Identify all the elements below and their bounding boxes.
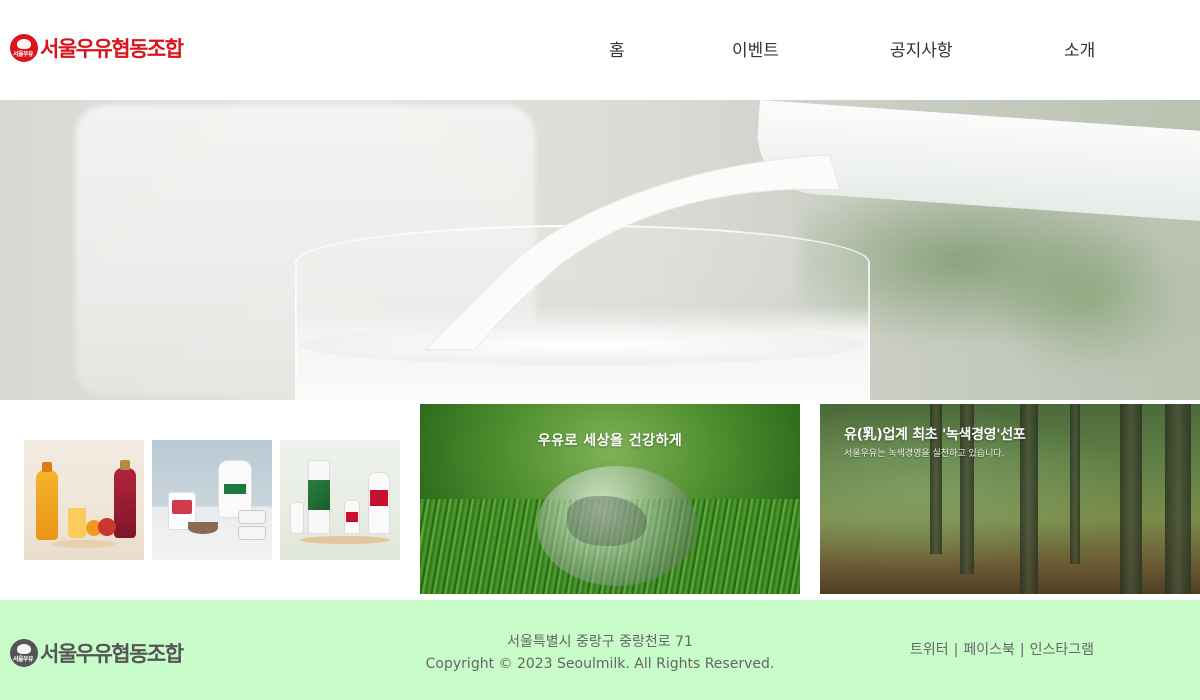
site-header: 서울우유 서울우유협동조합 홈 이벤트 공지사항 소개 (0, 0, 1200, 100)
milk-drop-logo-icon: 서울우유 (10, 34, 38, 62)
twitter-link[interactable]: 트위터 (910, 642, 949, 658)
milk-drop-logo-icon: 서울우유 (10, 639, 38, 667)
separator: | (953, 642, 959, 658)
banner-caption: 우유로 세상을 건강하게 (537, 433, 683, 449)
brand-logo[interactable]: 서울우유 서울우유협동조합 (10, 31, 184, 65)
glass-globe (537, 466, 697, 586)
product-thumb-a2-milk[interactable] (280, 440, 400, 560)
nav-item-events[interactable]: 이벤트 (732, 36, 779, 61)
nav-item-home[interactable]: 홈 (609, 36, 625, 61)
hero-banner-image (0, 100, 1200, 400)
banner-healthy-world[interactable]: 우유로 세상을 건강하게 (420, 404, 800, 594)
footer-logo[interactable]: 서울우유 서울우유협동조합 (10, 636, 184, 670)
banner-title: 유(乳)업계 최초 '녹색경영'선포 (844, 427, 1026, 443)
product-thumb-juice[interactable] (24, 440, 144, 560)
footer-copyright: Copyright © 2023 Seoulmilk. All Rights R… (425, 656, 775, 672)
banner-green-management[interactable]: 유(乳)업계 최초 '녹색경영'선포 서울우유는 녹색경영을 실천하고 있습니다… (820, 404, 1200, 594)
milk-stream (423, 154, 841, 351)
brand-name: 서울우유협동조합 (40, 37, 184, 61)
footer-brand-name: 서울우유협동조합 (40, 642, 184, 666)
facebook-link[interactable]: 페이스북 (963, 642, 1015, 658)
product-thumb-milk-yogurt[interactable] (152, 440, 272, 560)
instagram-link[interactable]: 인스타그램 (1030, 642, 1094, 658)
separator: | (1019, 642, 1025, 658)
site-footer: 서울우유 서울우유협동조합 서울특별시 중랑구 중랑천로 71 Copyrigh… (0, 600, 1200, 700)
nav-item-about[interactable]: 소개 (1064, 36, 1095, 61)
banner-subtitle: 서울우유는 녹색경영을 실천하고 있습니다. (844, 449, 1005, 459)
social-links: 트위터 | 페이스북 | 인스타그램 (910, 639, 1094, 659)
footer-address: 서울특별시 중랑구 중랑천로 71 (507, 634, 693, 650)
nav-item-notices[interactable]: 공지사항 (890, 36, 953, 61)
